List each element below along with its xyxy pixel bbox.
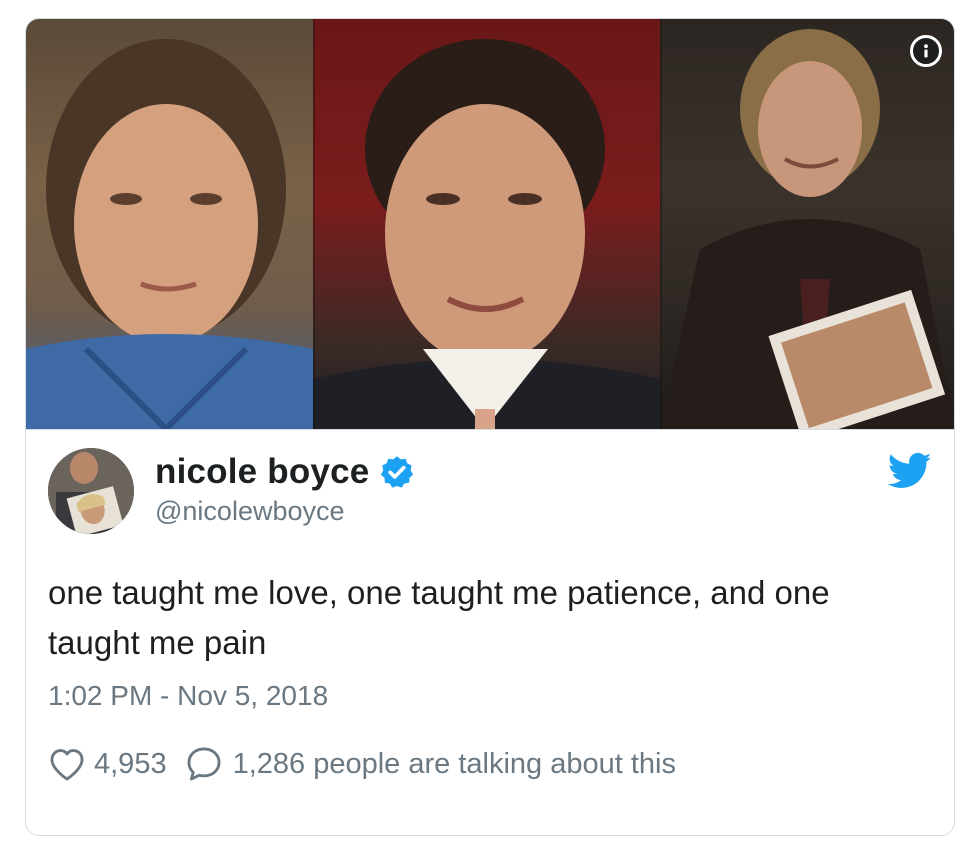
photo-panel-2[interactable] [313, 19, 660, 429]
author-name-row: nicole boyce [155, 452, 415, 492]
photo-panel-1[interactable] [26, 19, 313, 429]
speech-bubble-icon[interactable] [185, 745, 223, 783]
tweet-card [25, 18, 955, 836]
photo-panel-3[interactable] [660, 19, 954, 429]
portrait-photo-2 [313, 39, 660, 429]
display-name[interactable]: nicole boyce [155, 452, 369, 492]
media-divider [660, 19, 662, 429]
portrait-photo-1 [26, 39, 313, 429]
twitter-bird-icon[interactable] [888, 452, 932, 490]
tweet-media[interactable] [26, 19, 954, 429]
media-divider [313, 19, 315, 429]
conversation-count[interactable]: 1,286 people are talking about this [233, 748, 676, 781]
media-border [26, 429, 954, 430]
verified-badge-icon [381, 456, 414, 488]
tweet-text: one taught me love, one taught me patien… [48, 574, 830, 661]
heart-icon[interactable] [48, 746, 86, 782]
tweet-actions: 4,953 1,286 people are talking about thi… [48, 742, 676, 786]
avatar[interactable] [48, 448, 134, 534]
author-handle[interactable]: @nicolewboyce [155, 496, 345, 527]
like-count[interactable]: 4,953 [94, 748, 167, 781]
portrait-photo-3 [660, 29, 954, 429]
tweet-timestamp[interactable]: 1:02 PM - Nov 5, 2018 [48, 680, 328, 712]
info-icon[interactable] [910, 35, 942, 67]
